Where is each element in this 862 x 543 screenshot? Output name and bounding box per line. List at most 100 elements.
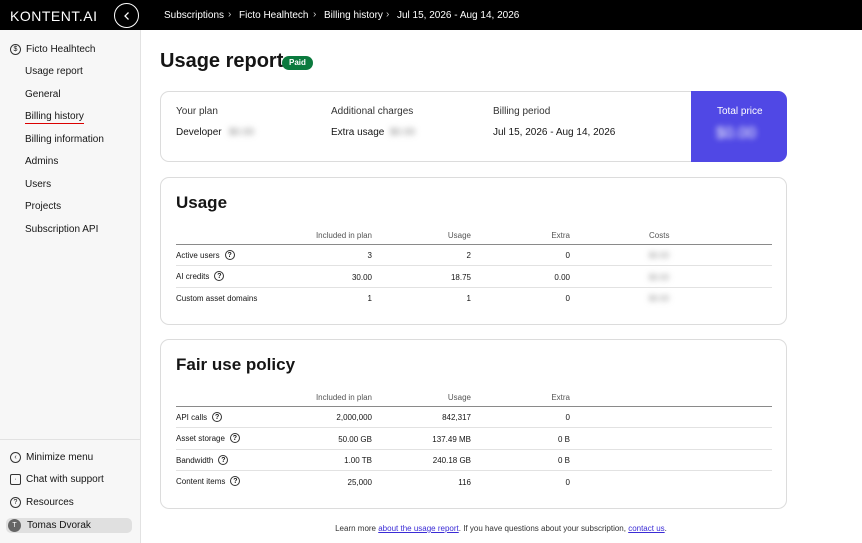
row-divider bbox=[176, 287, 772, 288]
chevron-right-icon: › bbox=[228, 9, 232, 20]
breadcrumb-period: Jul 15, 2026 - Aug 14, 2026 bbox=[397, 10, 520, 21]
row-label-custom-asset-domains: Custom asset domains bbox=[176, 294, 258, 303]
status-badge: Paid bbox=[282, 56, 313, 70]
top-bar: KONTENT.AI Subscriptions › Ficto Healhte… bbox=[0, 0, 862, 30]
additional-charges-label: Additional charges bbox=[331, 106, 414, 117]
table-row-label: Active users ? bbox=[176, 250, 235, 260]
column-included: Included in plan bbox=[315, 393, 372, 402]
row-label-ai-credits: AI credits bbox=[176, 271, 210, 281]
cell-usage: 2 bbox=[466, 251, 471, 260]
chevron-right-icon: › bbox=[313, 9, 317, 20]
chat-support-label: Chat with support bbox=[26, 474, 104, 485]
plan-price: $0.00 bbox=[229, 127, 255, 138]
page-title: Usage report bbox=[160, 50, 284, 72]
help-icon[interactable]: ? bbox=[224, 250, 235, 260]
column-usage: Usage bbox=[447, 231, 471, 240]
table-row-label: Custom asset domains bbox=[176, 294, 257, 303]
row-divider bbox=[176, 470, 772, 471]
cell-usage: 18.75 bbox=[450, 273, 471, 282]
table-row-label: Asset storage ? bbox=[176, 433, 240, 443]
cell-usage: 240.18 GB bbox=[432, 456, 471, 465]
row-label-active-users: Active users bbox=[176, 250, 220, 260]
row-label-api-calls: API calls bbox=[176, 412, 208, 422]
cell-included: 1 bbox=[367, 294, 372, 303]
footer-text: . bbox=[664, 524, 667, 533]
cell-usage: 842,317 bbox=[442, 413, 471, 422]
sidebar-item-projects[interactable]: Projects bbox=[25, 201, 61, 212]
breadcrumb-project[interactable]: Ficto Healhtech bbox=[239, 10, 308, 21]
sidebar-item-subscription-api[interactable]: Subscription API bbox=[25, 224, 98, 235]
cell-included: 25,000 bbox=[347, 478, 372, 487]
table-row-label: Bandwidth ? bbox=[176, 455, 229, 465]
row-divider bbox=[176, 265, 772, 266]
footer-note: Learn more about the usage report. If yo… bbox=[0, 524, 862, 533]
row-divider bbox=[176, 427, 772, 428]
project-switcher[interactable]: $ Ficto Healhtech bbox=[10, 44, 95, 55]
sidebar-item-billing-history[interactable]: Billing history bbox=[25, 111, 84, 124]
total-price-value: $0.00 bbox=[716, 125, 757, 142]
column-extra: Extra bbox=[551, 231, 570, 240]
sidebar-item-usage-report[interactable]: Usage report bbox=[25, 66, 83, 77]
extra-usage-price: $0.00 bbox=[390, 127, 416, 138]
help-icon[interactable]: ? bbox=[230, 476, 241, 486]
sidebar-item-general[interactable]: General bbox=[25, 89, 61, 100]
fair-use-title: Fair use policy bbox=[176, 355, 296, 374]
cell-usage: 137.49 MB bbox=[432, 435, 471, 444]
total-price-label: Total price bbox=[717, 106, 763, 117]
sidebar-divider bbox=[0, 439, 140, 440]
project-name: Ficto Healhtech bbox=[26, 44, 96, 55]
sidebar: $ Ficto Healhtech Usage report General B… bbox=[0, 30, 141, 543]
help-icon[interactable]: ? bbox=[229, 433, 240, 443]
cell-extra: 0 bbox=[565, 413, 570, 422]
chat-support-button[interactable]: · Chat with support bbox=[10, 474, 104, 485]
chat-icon: · bbox=[10, 474, 21, 485]
chevron-left-icon bbox=[123, 11, 129, 20]
contact-us-link[interactable]: contact us bbox=[628, 524, 664, 533]
column-included: Included in plan bbox=[315, 231, 372, 240]
cell-extra: 0 bbox=[565, 251, 570, 260]
usage-title: Usage bbox=[176, 193, 228, 212]
help-icon[interactable]: ? bbox=[214, 271, 225, 281]
usage-report-link[interactable]: about the usage report bbox=[378, 524, 459, 533]
column-usage: Usage bbox=[447, 393, 471, 402]
help-icon[interactable]: ? bbox=[218, 455, 229, 465]
column-extra: Extra bbox=[551, 393, 570, 402]
breadcrumb-subscriptions[interactable]: Subscriptions bbox=[164, 10, 224, 21]
logo[interactable]: KONTENT.AI bbox=[10, 8, 97, 24]
row-divider bbox=[176, 449, 772, 450]
sidebar-item-billing-information[interactable]: Billing information bbox=[25, 134, 104, 145]
cell-extra: 0.00 bbox=[554, 273, 570, 282]
resources-button[interactable]: ? Resources bbox=[10, 497, 74, 508]
total-price-panel: Total price $0.00 bbox=[691, 91, 787, 162]
dollar-icon: $ bbox=[10, 44, 21, 55]
question-icon: ? bbox=[10, 497, 21, 508]
table-row-label: API calls ? bbox=[176, 412, 223, 422]
cell-cost: $0.00 bbox=[649, 273, 670, 282]
column-costs: Costs bbox=[649, 231, 670, 240]
help-icon[interactable]: ? bbox=[212, 412, 223, 422]
table-row-label: AI credits ? bbox=[176, 271, 225, 281]
cell-included: 30.00 bbox=[351, 273, 372, 282]
cell-extra: 0 B bbox=[557, 435, 570, 444]
sidebar-item-admins[interactable]: Admins bbox=[25, 156, 58, 167]
billing-period-value: Jul 15, 2026 - Aug 14, 2026 bbox=[493, 127, 616, 138]
sidebar-item-users[interactable]: Users bbox=[25, 179, 51, 190]
cell-included: 2,000,000 bbox=[336, 413, 372, 422]
cell-extra: 0 B bbox=[557, 456, 570, 465]
plan-name: Developer bbox=[176, 127, 222, 138]
cell-included: 50.00 GB bbox=[338, 435, 372, 444]
row-label-bandwidth: Bandwidth bbox=[176, 455, 214, 465]
billing-period-label: Billing period bbox=[493, 106, 551, 117]
footer-text: Learn more bbox=[335, 524, 379, 533]
extra-usage-label: Extra usage bbox=[331, 127, 385, 138]
back-button[interactable] bbox=[114, 3, 139, 28]
breadcrumb-billing-history[interactable]: Billing history bbox=[324, 10, 383, 21]
row-label-asset-storage: Asset storage bbox=[176, 433, 225, 443]
table-row-label: Content items ? bbox=[176, 476, 241, 486]
cell-included: 3 bbox=[367, 251, 372, 260]
cell-extra: 0 bbox=[565, 294, 570, 303]
minimize-menu-button[interactable]: ‹ Minimize menu bbox=[10, 452, 93, 463]
cell-cost: $0.00 bbox=[649, 251, 670, 260]
cell-extra: 0 bbox=[565, 478, 570, 487]
cell-usage: 116 bbox=[458, 478, 471, 487]
